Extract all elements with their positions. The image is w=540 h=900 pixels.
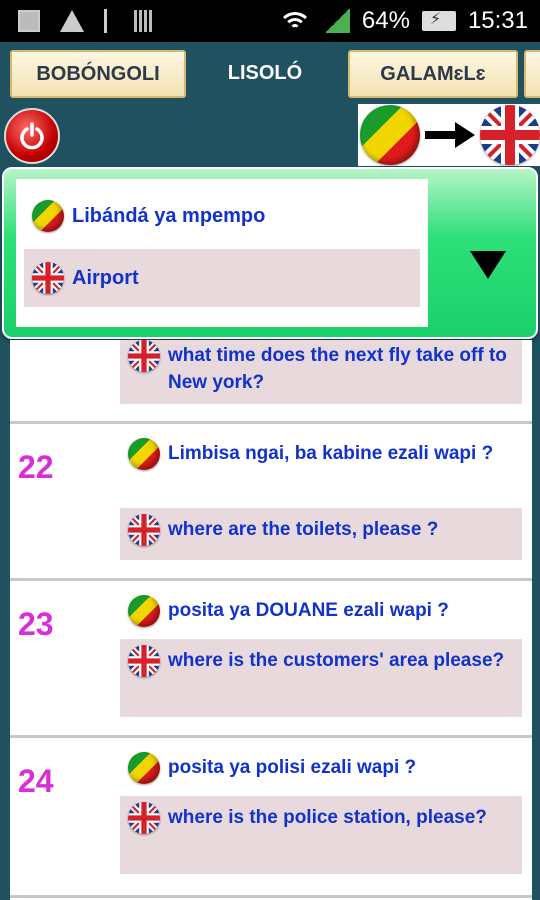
app-notification-icon xyxy=(18,10,40,32)
category-panel: Libándá ya mpempo Airport xyxy=(16,179,428,327)
phrase-lingala-text: Limbisa ngai, ba kabine ezali wapi ? xyxy=(168,443,494,464)
tab-galamele[interactable]: GALAMɛLɛ xyxy=(348,50,518,98)
power-icon xyxy=(20,122,44,150)
tab-next[interactable] xyxy=(524,50,540,98)
uk-flag-icon xyxy=(128,514,160,546)
phrase-english: where is the police station, please? xyxy=(120,796,522,874)
power-button[interactable] xyxy=(4,108,60,164)
status-bar: 64% 15:31 xyxy=(0,0,540,42)
phrase-english: what time does the next fly take off to … xyxy=(120,340,522,404)
phrase-lingala-text: posita ya polisi ezali wapi ? xyxy=(168,757,417,778)
phrase-english: where are the toilets, please ? xyxy=(120,508,522,560)
congo-flag-icon xyxy=(360,105,420,165)
congo-flag-icon xyxy=(128,595,160,627)
battery-percent: 64% xyxy=(361,7,410,34)
usb-icon xyxy=(104,9,114,33)
toolbar xyxy=(0,104,540,166)
phrase-english-text: what time does the next fly take off to … xyxy=(168,345,507,393)
list-item[interactable]: 24 posita ya polisi ezali wapi ? where i… xyxy=(10,738,532,898)
phrase-english-text: where is the police station, please? xyxy=(168,807,487,828)
uk-flag-icon xyxy=(128,645,160,677)
phrase-english-text: where is the customers' area please? xyxy=(168,650,505,671)
category-english-label: Airport xyxy=(72,266,139,289)
notification-icons xyxy=(18,9,152,33)
congo-flag-icon xyxy=(128,438,160,470)
phrase-number: 23 xyxy=(18,606,54,642)
tab-bobongoli[interactable]: BOBÓNGOLI xyxy=(10,50,186,98)
congo-flag-icon xyxy=(128,752,160,784)
uk-flag-icon xyxy=(128,802,160,834)
phrase-english: where is the customers' area please? xyxy=(120,639,522,717)
phrase-lingala: Limbisa ngai, ba kabine ezali wapi ? xyxy=(120,432,522,504)
phrase-lingala: posita ya polisi ezali wapi ? xyxy=(120,746,522,792)
uk-flag-icon xyxy=(480,105,540,165)
language-direction-toggle[interactable] xyxy=(358,104,540,166)
wifi-icon xyxy=(277,10,312,32)
category-lingala-label: Libándá ya mpempo xyxy=(72,204,266,227)
phrase-list[interactable]: what time does the next fly take off to … xyxy=(10,340,532,900)
list-item[interactable]: what time does the next fly take off to … xyxy=(10,340,532,424)
category-dropdown[interactable]: Libándá ya mpempo Airport xyxy=(2,167,538,339)
phrase-number: 24 xyxy=(18,763,54,799)
list-item[interactable]: 23 posita ya DOUANE ezali wapi ? where i… xyxy=(10,581,532,738)
congo-flag-icon xyxy=(32,200,64,232)
signal-icon xyxy=(323,9,350,33)
phrase-lingala-text: posita ya DOUANE ezali wapi ? xyxy=(168,600,449,621)
list-item[interactable]: 22 Limbisa ngai, ba kabine ezali wapi ? … xyxy=(10,424,532,581)
phrase-number: 22 xyxy=(18,449,54,485)
category-english: Airport xyxy=(24,249,420,307)
phrase-lingala: posita ya DOUANE ezali wapi ? xyxy=(120,589,522,635)
tab-bar: BOBÓNGOLI LISOLÓ GALAMɛLɛ xyxy=(0,42,540,104)
dropdown-arrow-icon[interactable] xyxy=(470,251,506,279)
battery-icon xyxy=(421,9,456,31)
clock: 15:31 xyxy=(467,7,528,34)
uk-flag-icon xyxy=(32,262,64,294)
arrow-right-icon xyxy=(425,122,475,148)
storage-icon xyxy=(134,10,152,32)
tab-lisolo[interactable]: LISOLÓ xyxy=(190,42,340,104)
uk-flag-icon xyxy=(128,340,160,372)
phrase-english-text: where are the toilets, please ? xyxy=(168,519,439,540)
category-lingala: Libándá ya mpempo xyxy=(24,187,420,245)
system-icons: 64% 15:31 xyxy=(277,7,528,35)
warning-icon xyxy=(60,10,84,32)
